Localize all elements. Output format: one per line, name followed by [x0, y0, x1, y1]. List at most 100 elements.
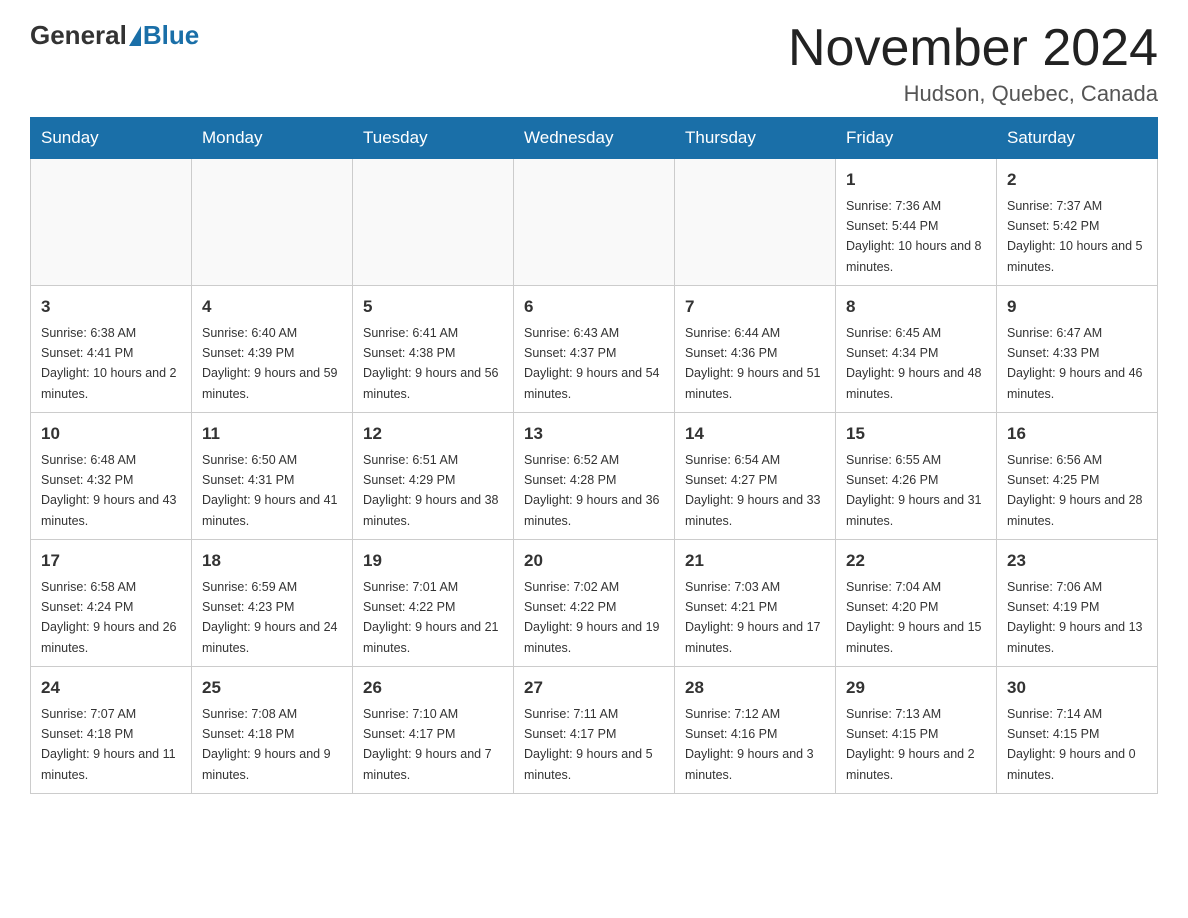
calendar-cell: 2 Sunrise: 7:37 AMSunset: 5:42 PMDaylight…	[997, 159, 1158, 286]
calendar-cell: 5 Sunrise: 6:41 AMSunset: 4:38 PMDaylight…	[353, 286, 514, 413]
month-title: November 2024	[788, 20, 1158, 77]
day-number: 17	[41, 548, 181, 574]
logo-triangle-icon	[129, 26, 141, 46]
page-header: General Blue November 2024 Hudson, Quebe…	[30, 20, 1158, 107]
calendar-cell: 16 Sunrise: 6:56 AMSunset: 4:25 PMDayligh…	[997, 413, 1158, 540]
calendar-cell: 3Sunrise: 6:38 AMSunset: 4:41 PMDaylight…	[31, 286, 192, 413]
calendar-cell: 29 Sunrise: 7:13 AMSunset: 4:15 PMDayligh…	[836, 667, 997, 794]
day-info: Sunrise: 7:03 AMSunset: 4:21 PMDaylight:…	[685, 580, 821, 655]
day-number: 20	[524, 548, 664, 574]
calendar-cell: 10Sunrise: 6:48 AMSunset: 4:32 PMDayligh…	[31, 413, 192, 540]
calendar-cell: 30 Sunrise: 7:14 AMSunset: 4:15 PMDayligh…	[997, 667, 1158, 794]
day-info: Sunrise: 6:44 AMSunset: 4:36 PMDaylight:…	[685, 326, 821, 401]
day-number: 15	[846, 421, 986, 447]
day-info: Sunrise: 7:11 AMSunset: 4:17 PMDaylight:…	[524, 707, 653, 782]
calendar-cell: 6 Sunrise: 6:43 AMSunset: 4:37 PMDaylight…	[514, 286, 675, 413]
calendar-header-wednesday: Wednesday	[514, 118, 675, 159]
day-info: Sunrise: 6:58 AMSunset: 4:24 PMDaylight:…	[41, 580, 177, 655]
calendar-cell: 26Sunrise: 7:10 AMSunset: 4:17 PMDayligh…	[353, 667, 514, 794]
day-info: Sunrise: 6:47 AMSunset: 4:33 PMDaylight:…	[1007, 326, 1143, 401]
day-number: 13	[524, 421, 664, 447]
calendar-cell: 18 Sunrise: 6:59 AMSunset: 4:23 PMDayligh…	[192, 540, 353, 667]
calendar-header-sunday: Sunday	[31, 118, 192, 159]
calendar-cell: 9 Sunrise: 6:47 AMSunset: 4:33 PMDaylight…	[997, 286, 1158, 413]
calendar-cell: 4 Sunrise: 6:40 AMSunset: 4:39 PMDaylight…	[192, 286, 353, 413]
calendar-cell	[192, 159, 353, 286]
day-info: Sunrise: 6:41 AMSunset: 4:38 PMDaylight:…	[363, 326, 499, 401]
day-number: 11	[202, 421, 342, 447]
day-info: Sunrise: 7:08 AMSunset: 4:18 PMDaylight:…	[202, 707, 331, 782]
calendar-cell: 11 Sunrise: 6:50 AMSunset: 4:31 PMDayligh…	[192, 413, 353, 540]
day-number: 30	[1007, 675, 1147, 701]
day-number: 5	[363, 294, 503, 320]
day-info: Sunrise: 6:52 AMSunset: 4:28 PMDaylight:…	[524, 453, 660, 528]
calendar-week-row-2: 3Sunrise: 6:38 AMSunset: 4:41 PMDaylight…	[31, 286, 1158, 413]
day-info: Sunrise: 7:01 AMSunset: 4:22 PMDaylight:…	[363, 580, 499, 655]
logo-blue: Blue	[143, 20, 199, 51]
calendar-cell: 24 Sunrise: 7:07 AMSunset: 4:18 PMDayligh…	[31, 667, 192, 794]
calendar-cell: 7 Sunrise: 6:44 AMSunset: 4:36 PMDaylight…	[675, 286, 836, 413]
day-info: Sunrise: 7:36 AMSunset: 5:44 PMDaylight:…	[846, 199, 982, 274]
day-info: Sunrise: 6:59 AMSunset: 4:23 PMDaylight:…	[202, 580, 338, 655]
day-info: Sunrise: 6:45 AMSunset: 4:34 PMDaylight:…	[846, 326, 982, 401]
day-number: 6	[524, 294, 664, 320]
day-info: Sunrise: 6:40 AMSunset: 4:39 PMDaylight:…	[202, 326, 338, 401]
day-info: Sunrise: 7:13 AMSunset: 4:15 PMDaylight:…	[846, 707, 975, 782]
day-info: Sunrise: 6:56 AMSunset: 4:25 PMDaylight:…	[1007, 453, 1143, 528]
calendar-header-row: SundayMondayTuesdayWednesdayThursdayFrid…	[31, 118, 1158, 159]
day-number: 22	[846, 548, 986, 574]
calendar-header-friday: Friday	[836, 118, 997, 159]
calendar-cell: 14 Sunrise: 6:54 AMSunset: 4:27 PMDayligh…	[675, 413, 836, 540]
day-info: Sunrise: 7:07 AMSunset: 4:18 PMDaylight:…	[41, 707, 176, 782]
day-number: 7	[685, 294, 825, 320]
day-info: Sunrise: 6:55 AMSunset: 4:26 PMDaylight:…	[846, 453, 982, 528]
calendar-cell: 21 Sunrise: 7:03 AMSunset: 4:21 PMDayligh…	[675, 540, 836, 667]
day-info: Sunrise: 7:37 AMSunset: 5:42 PMDaylight:…	[1007, 199, 1143, 274]
day-info: Sunrise: 7:10 AMSunset: 4:17 PMDaylight:…	[363, 707, 492, 782]
logo: General Blue	[30, 20, 199, 51]
day-number: 29	[846, 675, 986, 701]
location-title: Hudson, Quebec, Canada	[788, 81, 1158, 107]
day-info: Sunrise: 6:43 AMSunset: 4:37 PMDaylight:…	[524, 326, 660, 401]
title-area: November 2024 Hudson, Quebec, Canada	[788, 20, 1158, 107]
calendar-week-row-3: 10Sunrise: 6:48 AMSunset: 4:32 PMDayligh…	[31, 413, 1158, 540]
day-number: 18	[202, 548, 342, 574]
day-number: 21	[685, 548, 825, 574]
day-info: Sunrise: 6:54 AMSunset: 4:27 PMDaylight:…	[685, 453, 821, 528]
logo-text: General Blue	[30, 20, 199, 51]
calendar-cell: 1 Sunrise: 7:36 AMSunset: 5:44 PMDaylight…	[836, 159, 997, 286]
calendar-cell	[514, 159, 675, 286]
day-number: 2	[1007, 167, 1147, 193]
day-info: Sunrise: 7:06 AMSunset: 4:19 PMDaylight:…	[1007, 580, 1143, 655]
day-number: 19	[363, 548, 503, 574]
day-number: 16	[1007, 421, 1147, 447]
calendar-week-row-1: 1 Sunrise: 7:36 AMSunset: 5:44 PMDaylight…	[31, 159, 1158, 286]
day-number: 25	[202, 675, 342, 701]
calendar-table: SundayMondayTuesdayWednesdayThursdayFrid…	[30, 117, 1158, 794]
calendar-week-row-4: 17 Sunrise: 6:58 AMSunset: 4:24 PMDayligh…	[31, 540, 1158, 667]
calendar-cell	[675, 159, 836, 286]
day-number: 12	[363, 421, 503, 447]
calendar-cell	[353, 159, 514, 286]
logo-general: General	[30, 20, 127, 51]
calendar-cell: 27 Sunrise: 7:11 AMSunset: 4:17 PMDayligh…	[514, 667, 675, 794]
day-info: Sunrise: 6:48 AMSunset: 4:32 PMDaylight:…	[41, 453, 177, 528]
day-info: Sunrise: 7:14 AMSunset: 4:15 PMDaylight:…	[1007, 707, 1136, 782]
day-number: 1	[846, 167, 986, 193]
day-number: 4	[202, 294, 342, 320]
calendar-cell: 28Sunrise: 7:12 AMSunset: 4:16 PMDayligh…	[675, 667, 836, 794]
calendar-header-tuesday: Tuesday	[353, 118, 514, 159]
day-number: 27	[524, 675, 664, 701]
calendar-cell: 17 Sunrise: 6:58 AMSunset: 4:24 PMDayligh…	[31, 540, 192, 667]
day-info: Sunrise: 6:50 AMSunset: 4:31 PMDaylight:…	[202, 453, 338, 528]
day-number: 28	[685, 675, 825, 701]
calendar-cell: 22Sunrise: 7:04 AMSunset: 4:20 PMDayligh…	[836, 540, 997, 667]
day-number: 23	[1007, 548, 1147, 574]
day-number: 24	[41, 675, 181, 701]
calendar-cell: 8Sunrise: 6:45 AMSunset: 4:34 PMDaylight…	[836, 286, 997, 413]
calendar-header-saturday: Saturday	[997, 118, 1158, 159]
calendar-cell: 19 Sunrise: 7:01 AMSunset: 4:22 PMDayligh…	[353, 540, 514, 667]
day-number: 9	[1007, 294, 1147, 320]
day-number: 14	[685, 421, 825, 447]
calendar-cell: 23 Sunrise: 7:06 AMSunset: 4:19 PMDayligh…	[997, 540, 1158, 667]
